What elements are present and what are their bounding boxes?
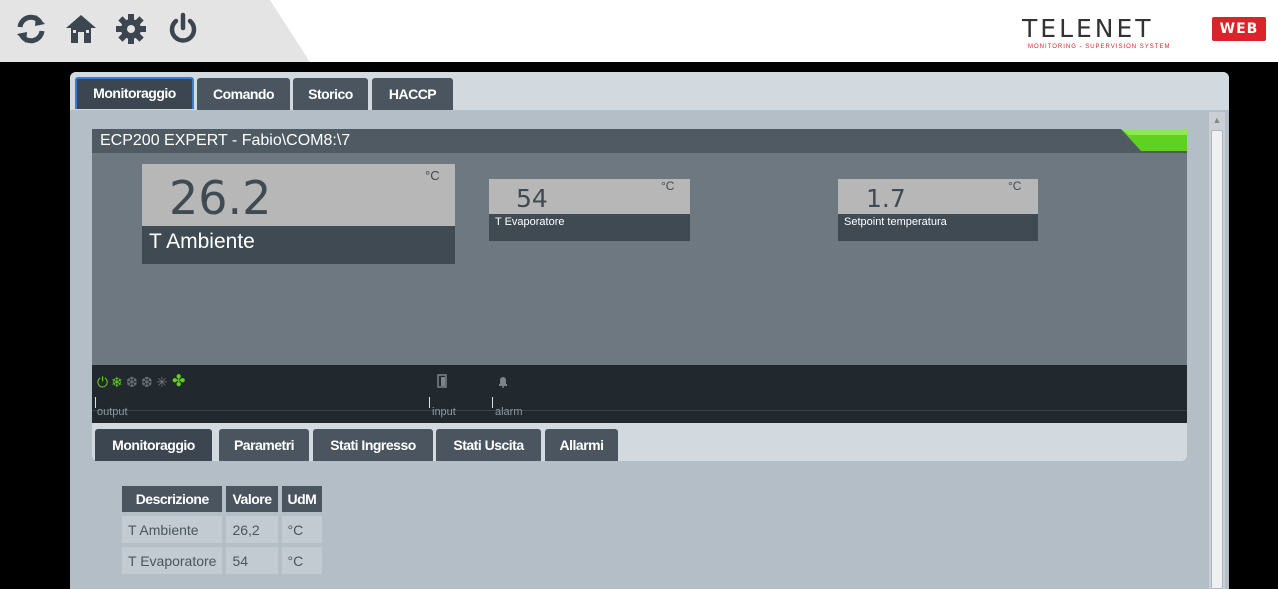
scroll-thumb[interactable]	[1211, 130, 1223, 589]
input-label: input	[432, 406, 456, 418]
input-marker	[429, 397, 430, 408]
fan-icon: ✤	[172, 373, 186, 390]
gauge-t-evaporatore: 54 °C T Evaporatore	[489, 179, 690, 241]
gauge-setpoint-temperatura: 1.7 °C Setpoint temperatura	[838, 179, 1038, 241]
power-icon: ⏻	[97, 374, 109, 390]
device-panel: ECP200 EXPERT - Fabio\COM8:\7 26.2 °C T …	[92, 129, 1187, 423]
cell-descrizione: T Evaporatore	[122, 547, 223, 574]
output-marker	[95, 397, 96, 408]
sub-tabs: Monitoraggio Parametri Stati Ingresso St…	[92, 423, 1187, 461]
power-icon[interactable]	[166, 12, 200, 46]
subtab-stati-ingresso[interactable]: Stati Ingresso	[313, 429, 433, 461]
gauge-unit: °C	[425, 168, 440, 183]
brand-name: TELENET	[1022, 14, 1154, 43]
tab-haccp[interactable]: HACCP	[372, 78, 453, 110]
brand-logo: TELENET WEB MONITORING - SUPERVISION SYS…	[1022, 14, 1272, 54]
gauge-value: 54	[516, 184, 548, 213]
vertical-scrollbar[interactable]: ▲	[1209, 112, 1225, 589]
alarm-marker	[492, 397, 493, 408]
io-divider	[92, 410, 1187, 411]
cell-udm: °C	[281, 547, 323, 574]
scroll-up-arrow-icon[interactable]: ▲	[1209, 112, 1225, 128]
snowflake-icon: ❄	[111, 374, 123, 390]
tab-monitoraggio[interactable]: Monitoraggio	[75, 77, 194, 109]
tab-storico[interactable]: Storico	[293, 78, 368, 110]
cell-valore: 26,2	[226, 516, 278, 543]
output-label: output	[97, 406, 128, 418]
door-icon	[437, 374, 447, 388]
io-status-bar: ⏻ ❄ ❆ ❆ ✳ ✤ output input alarm	[92, 365, 1187, 423]
status-indicator	[1121, 129, 1187, 151]
gauge-label: T Ambiente	[149, 230, 255, 253]
subtab-allarmi[interactable]: Allarmi	[545, 429, 618, 461]
gauge-t-ambiente: 26.2 °C T Ambiente	[142, 164, 455, 264]
subtab-stati-uscita[interactable]: Stati Uscita	[436, 429, 541, 461]
light-snowflake-icon: ✳	[156, 374, 168, 390]
table-header-row: Descrizione Valore UdM	[122, 486, 323, 512]
subtab-parametri[interactable]: Parametri	[219, 429, 309, 461]
main-tabs: Monitoraggio Comando Storico HACCP	[70, 72, 1229, 110]
cell-valore: 54	[226, 547, 278, 574]
gauge-value: 1.7	[866, 184, 906, 213]
gauge-label: T Evaporatore	[495, 216, 565, 228]
refresh-icon[interactable]	[14, 12, 48, 46]
alarm-label: alarm	[495, 406, 523, 418]
top-bar: TELENET WEB MONITORING - SUPERVISION SYS…	[0, 0, 1278, 62]
tab-comando[interactable]: Comando	[197, 78, 290, 110]
column-header-descrizione: Descrizione	[122, 486, 223, 512]
gear-icon[interactable]	[114, 12, 148, 46]
cell-descrizione: T Ambiente	[122, 516, 223, 543]
monitoring-table: Descrizione Valore UdM T Ambiente 26,2 °…	[118, 482, 326, 578]
subtab-monitoraggio[interactable]: Monitoraggio	[95, 429, 212, 461]
gauge-unit: °C	[661, 179, 675, 193]
app-window: TELENET WEB MONITORING - SUPERVISION SYS…	[0, 0, 1278, 589]
home-icon[interactable]	[64, 12, 98, 46]
main-panel: Monitoraggio Comando Storico HACCP ▲ ECP…	[70, 72, 1229, 589]
column-header-valore: Valore	[226, 486, 278, 512]
device-title-bar: ECP200 EXPERT - Fabio\COM8:\7	[92, 129, 1187, 153]
gauge-unit: °C	[1008, 179, 1022, 193]
column-header-udm: UdM	[281, 486, 323, 512]
cell-udm: °C	[281, 516, 323, 543]
table-row: T Ambiente 26,2 °C	[122, 516, 323, 543]
brand-badge: WEB	[1212, 17, 1266, 41]
device-title: ECP200 EXPERT - Fabio\COM8:\7	[100, 132, 351, 149]
gauge-label: Setpoint temperatura	[844, 216, 947, 228]
defrost-icon: ❆	[126, 374, 138, 390]
table-row: T Evaporatore 54 °C	[122, 547, 323, 574]
brand-tagline: MONITORING - SUPERVISION SYSTEM	[1028, 44, 1171, 50]
bell-icon	[499, 377, 507, 388]
gauge-value: 26.2	[169, 171, 272, 225]
defrost-icon: ❆	[141, 374, 153, 390]
